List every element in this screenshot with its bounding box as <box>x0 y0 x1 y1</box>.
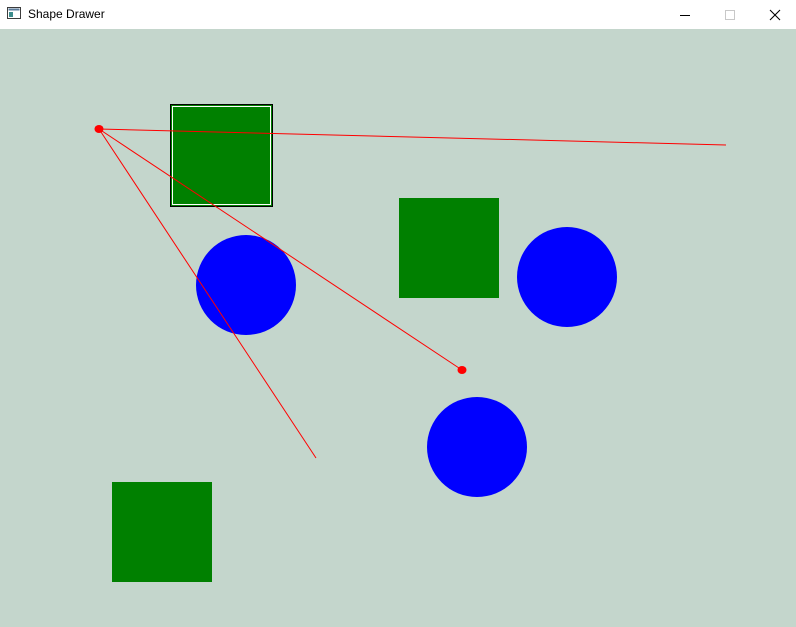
window-title: Shape Drawer <box>28 7 105 21</box>
minimize-button[interactable] <box>662 0 708 29</box>
maximize-button[interactable] <box>707 0 753 29</box>
app-window: Shape Drawer <box>0 0 796 627</box>
drawing-canvas[interactable] <box>0 29 796 627</box>
line-point-2[interactable] <box>457 366 467 374</box>
square-2[interactable] <box>399 198 499 298</box>
minimize-icon <box>680 14 690 16</box>
square-3[interactable] <box>112 482 212 582</box>
close-icon <box>769 9 781 20</box>
line-point-1[interactable] <box>94 125 104 133</box>
app-window-icon <box>7 7 21 19</box>
title-bar[interactable]: Shape Drawer <box>0 0 796 29</box>
circle-3[interactable] <box>427 397 527 497</box>
close-button[interactable] <box>752 0 796 29</box>
maximize-icon <box>725 9 735 20</box>
circle-2[interactable] <box>517 227 617 327</box>
square-1[interactable] <box>171 105 272 206</box>
drawing-surface[interactable] <box>0 29 796 627</box>
